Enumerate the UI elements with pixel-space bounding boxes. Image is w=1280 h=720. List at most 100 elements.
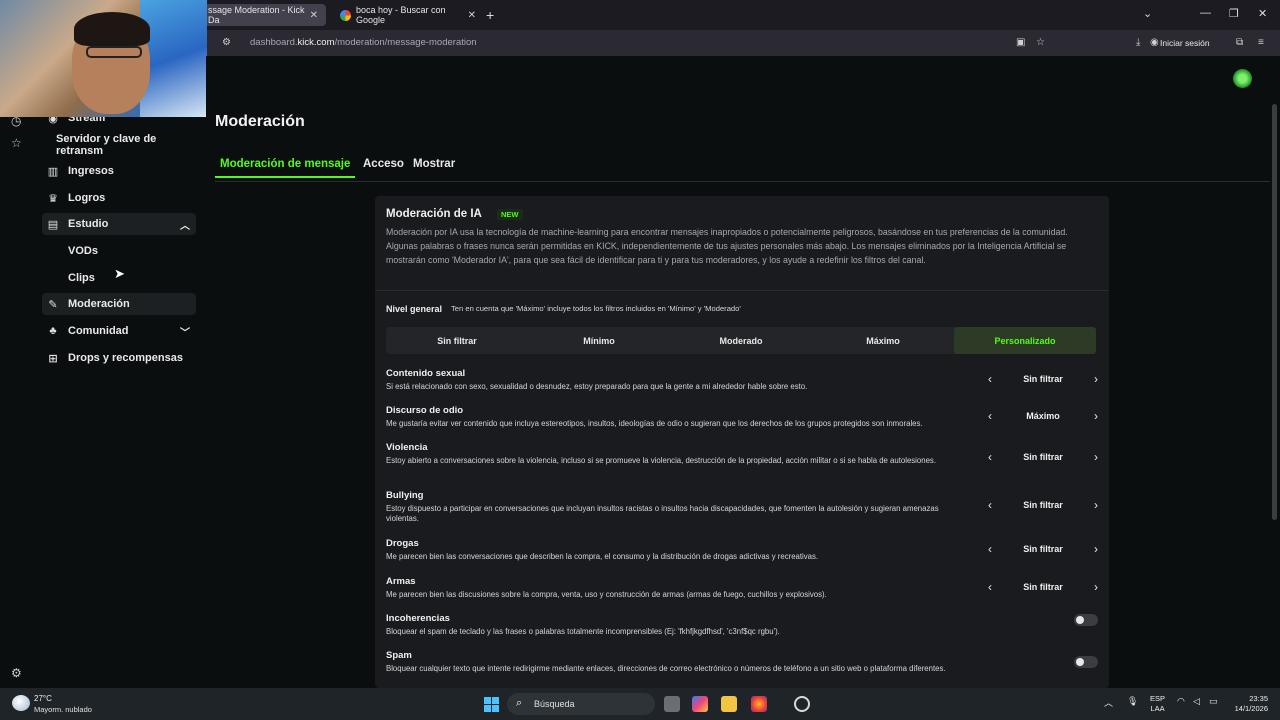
chevron-down-icon[interactable]: ⌄ (1143, 7, 1152, 20)
sidebar-item-label: Drops y recompensas (68, 352, 183, 364)
firefox-icon[interactable] (751, 696, 767, 712)
tab-title: ssage Moderation - Kick Da (208, 5, 305, 25)
filter-stepper: ‹ Sin filtrar › (988, 542, 1098, 558)
tab-mostrar[interactable]: Mostrar (413, 158, 455, 170)
category-description: Me gustaría evitar ver contenido que inc… (386, 419, 923, 428)
category-bullying: Bullying Estoy dispuesto a participar en… (386, 490, 1098, 524)
avatar[interactable] (1233, 69, 1252, 88)
chevron-right-icon[interactable]: › (1094, 498, 1098, 512)
sidebar-item-vods[interactable]: VODs (42, 240, 196, 262)
chevron-up-icon[interactable]: ︿ (180, 217, 190, 232)
language-indicator[interactable]: ESP LAA (1150, 694, 1165, 714)
sidebar-item-estudio[interactable]: ▤ Estudio ︿ (42, 213, 196, 235)
minimize-icon[interactable]: — (1200, 7, 1211, 19)
toggle-name: Incoherencias (386, 613, 450, 624)
category-description: Estoy abierto a conversaciones sobre la … (386, 456, 936, 465)
level-minimo[interactable]: Mínimo (528, 327, 670, 354)
copilot-icon[interactable] (692, 696, 708, 712)
extensions-icon[interactable]: ⧉ (1236, 37, 1243, 48)
sidebar-item-logros[interactable]: ♛ Logros (42, 187, 196, 209)
chevron-left-icon[interactable]: ‹ (988, 409, 992, 423)
file-explorer-icon[interactable] (721, 696, 737, 712)
level-personalizado[interactable]: Personalizado (954, 327, 1096, 354)
chevron-right-icon[interactable]: › (1094, 409, 1098, 423)
level-moderado[interactable]: Moderado (670, 327, 812, 354)
level-sin-filtrar[interactable]: Sin filtrar (386, 327, 528, 354)
windows-start-icon[interactable] (484, 697, 499, 712)
microphone-icon[interactable]: 🎙 (1127, 696, 1138, 707)
sidebar-item-drops[interactable]: ⊞ Drops y recompensas (42, 347, 196, 369)
community-icon: ♣ (49, 325, 57, 337)
sidebar-item-label: Comunidad (68, 325, 129, 337)
wifi-icon[interactable]: ◠ (1177, 696, 1185, 707)
page-scrollbar[interactable] (1272, 104, 1277, 520)
filter-value: Sin filtrar (1023, 374, 1063, 384)
star-icon[interactable]: ☆ (11, 136, 22, 150)
chevron-left-icon[interactable]: ‹ (988, 372, 992, 386)
chevron-down-icon[interactable]: ﹀ (180, 324, 190, 339)
chevron-right-icon[interactable]: › (1094, 542, 1098, 556)
category-armas: Armas Me parecen bien las discusiones so… (386, 576, 1098, 600)
trophy-icon: ♛ (48, 192, 58, 205)
account-icon[interactable]: ◉ (1150, 37, 1159, 48)
maximize-icon[interactable]: ❐ (1229, 7, 1239, 20)
new-tab-icon[interactable]: + (486, 7, 494, 23)
level-selector: Sin filtrar Mínimo Moderado Máximo Perso… (386, 327, 1096, 354)
category-description: Me parecen bien las discusiones sobre la… (386, 590, 827, 599)
download-icon[interactable]: ⤓ (1136, 37, 1140, 48)
language-code: ESP (1150, 694, 1166, 703)
incoherencias-toggle[interactable] (1074, 614, 1098, 626)
task-view-icon[interactable] (664, 696, 680, 712)
spam-toggle[interactable] (1074, 656, 1098, 668)
close-icon[interactable]: ✕ (310, 10, 318, 21)
chevron-left-icon[interactable]: ‹ (988, 542, 992, 556)
main-content: Moderación Moderación de mensaje Acceso … (206, 56, 1280, 688)
keyboard-layout: LAA (1150, 704, 1165, 713)
reader-view-icon[interactable]: ▣ (1016, 37, 1025, 48)
chevron-left-icon[interactable]: ‹ (988, 450, 992, 464)
chevron-right-icon[interactable]: › (1094, 450, 1098, 464)
chevron-left-icon[interactable]: ‹ (988, 580, 992, 594)
chevron-right-icon[interactable]: › (1094, 580, 1098, 594)
tab-kick-dashboard[interactable]: ssage Moderation - Kick Da ✕ (200, 4, 326, 26)
chevron-left-icon[interactable]: ‹ (988, 498, 992, 512)
google-icon (340, 9, 351, 21)
new-badge: NEW (497, 209, 523, 220)
filter-value: Sin filtrar (1023, 500, 1063, 510)
mouse-cursor-icon: ➤ (114, 266, 125, 281)
sidebar-item-server-key[interactable]: Servidor y clave de retransm (56, 133, 206, 157)
obs-icon[interactable] (794, 696, 810, 712)
sidebar-item-label: Servidor y clave de retransm (56, 133, 157, 157)
panel-title: Moderación de IA (386, 208, 482, 220)
studio-icon: ▤ (47, 218, 59, 231)
close-icon[interactable]: ✕ (468, 10, 476, 21)
url-domain: kick.com (297, 37, 335, 48)
weather-temperature: 27°C (34, 694, 52, 703)
bookmark-star-icon[interactable]: ☆ (1036, 37, 1045, 48)
volume-icon[interactable]: ◁ (1193, 696, 1200, 707)
sidebar-item-label: Estudio (68, 218, 109, 230)
category-discurso-de-odio: Discurso de odio Me gustaría evitar ver … (386, 405, 1098, 429)
sidebar-item-comunidad[interactable]: ♣ Comunidad ﹀ (42, 320, 196, 342)
tab-google-search[interactable]: boca hoy - Buscar con Google ✕ (332, 4, 484, 26)
window-close-icon[interactable]: ✕ (1258, 7, 1267, 20)
tab-acceso[interactable]: Acceso (363, 158, 404, 170)
tab-title: boca hoy - Buscar con Google (356, 5, 446, 25)
taskbar-search[interactable]: ⌕ Búsqueda (507, 693, 655, 715)
chevron-up-icon[interactable]: ︿ (1104, 696, 1113, 709)
signin-button[interactable]: Iniciar sesión (1160, 38, 1210, 48)
system-clock[interactable]: 23:35 14/1/2026 (1226, 694, 1268, 714)
drops-icon: ⊞ (48, 352, 58, 365)
chevron-right-icon[interactable]: › (1094, 372, 1098, 386)
gear-icon[interactable]: ⚙ (11, 666, 22, 680)
sidebar-item-moderacion[interactable]: ✎ Moderación (42, 293, 196, 315)
sidebar-item-ingresos[interactable]: ▥ Ingresos (42, 160, 196, 182)
level-maximo[interactable]: Máximo (812, 327, 954, 354)
permissions-icon[interactable]: ⚙ (222, 37, 231, 48)
menu-icon[interactable]: ≡ (1258, 37, 1264, 48)
weather-cloud-icon[interactable] (12, 695, 30, 711)
dashboard-sidebar: ◉ Stream Servidor y clave de retransm ▥ … (34, 56, 206, 688)
tab-moderacion-de-mensaje[interactable]: Moderación de mensaje (214, 158, 356, 178)
battery-icon[interactable]: ▭ (1209, 696, 1218, 707)
url-field[interactable]: dashboard.kick.com/moderation/message-mo… (250, 37, 477, 48)
